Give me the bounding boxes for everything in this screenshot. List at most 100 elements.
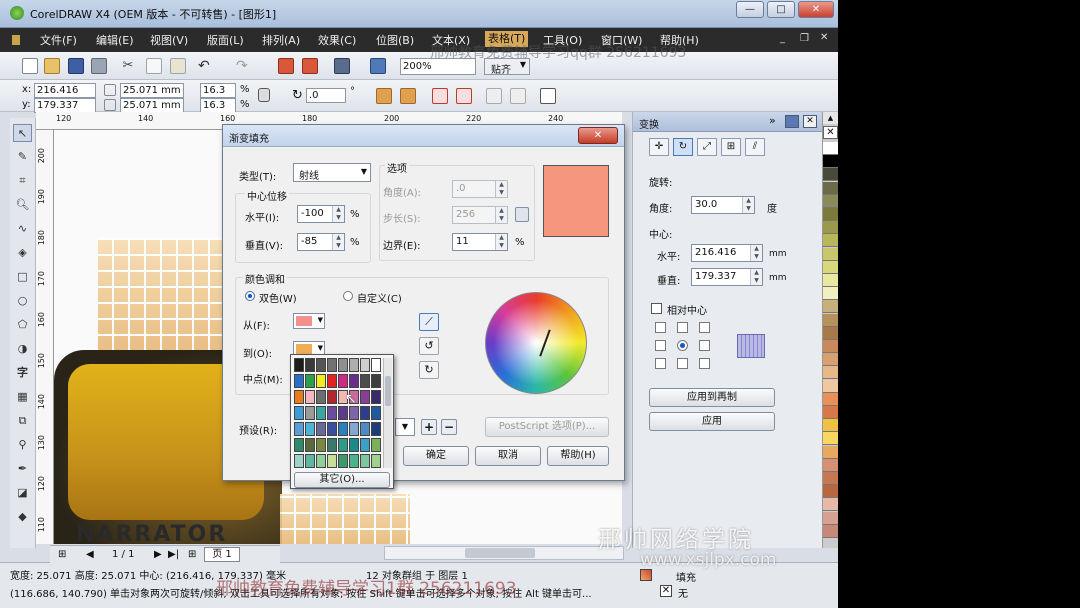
application-launcher-icon[interactable] — [334, 58, 350, 74]
postscript-options-button[interactable]: PostScript 选项(P)... — [485, 417, 609, 437]
apply-to-duplicate-button[interactable]: 应用到再制 — [649, 388, 775, 407]
color-wheel[interactable] — [485, 292, 587, 394]
color-swatch[interactable] — [371, 454, 381, 468]
color-swatch[interactable] — [294, 374, 304, 388]
doc-minimize-icon[interactable]: _ — [780, 33, 785, 44]
basic-shapes-icon[interactable]: ◑ — [13, 340, 32, 358]
group-icon[interactable] — [432, 88, 448, 104]
color-swatch[interactable] — [360, 438, 370, 452]
color-swatch[interactable] — [294, 390, 304, 404]
two-color-radio[interactable] — [245, 291, 255, 301]
palette-swatch[interactable] — [823, 498, 838, 512]
relative-center-checkbox[interactable] — [651, 303, 662, 314]
color-swatch[interactable] — [327, 438, 337, 452]
color-swatch[interactable] — [294, 358, 304, 372]
scale-y-field[interactable]: 16.3 — [200, 98, 236, 113]
x-position-field[interactable]: 216.416 mm — [34, 83, 96, 109]
color-swatch[interactable] — [338, 438, 348, 452]
palette-swatch[interactable] — [823, 524, 838, 538]
palette-swatch[interactable] — [823, 287, 838, 301]
palette-swatch[interactable] — [823, 168, 838, 182]
menu-item[interactable]: 文件(F) — [40, 32, 77, 48]
color-swatch[interactable] — [316, 406, 326, 420]
export-icon[interactable] — [302, 58, 318, 74]
skew-mode-icon[interactable]: ⫽ — [745, 138, 765, 156]
palette-swatch[interactable] — [823, 326, 838, 340]
palette-swatch[interactable] — [823, 194, 838, 208]
anchor-checkbox[interactable] — [699, 358, 710, 369]
doc-close-icon[interactable]: ✕ — [820, 32, 828, 43]
palette-swatch[interactable] — [823, 419, 838, 433]
color-swatch[interactable] — [349, 358, 359, 372]
color-swatch[interactable] — [349, 374, 359, 388]
dialog-close-icon[interactable]: ✕ — [578, 127, 618, 144]
color-swatch[interactable] — [305, 390, 315, 404]
edge-pad-field[interactable]: 11 ▲ ▼ — [452, 233, 508, 251]
smart-fill-icon[interactable]: ◈ — [13, 244, 32, 262]
eyedropper-icon[interactable]: ⚲ — [13, 436, 32, 454]
anchor-checkbox[interactable] — [677, 322, 688, 333]
add-preset-icon[interactable]: + — [421, 419, 437, 435]
ellipse-tool-icon[interactable]: ○ — [13, 292, 32, 310]
palette-swatch[interactable] — [823, 247, 838, 261]
color-swatch[interactable] — [338, 454, 348, 468]
ok-button[interactable]: 确定 — [403, 446, 469, 466]
anchor-checkbox[interactable] — [655, 322, 666, 333]
palette-swatch[interactable] — [823, 142, 838, 155]
popup-scrollbar[interactable] — [383, 358, 392, 468]
menu-item[interactable]: 视图(V) — [150, 32, 188, 48]
no-color-swatch[interactable]: ✕ — [823, 126, 838, 139]
apply-button[interactable]: 应用 — [649, 412, 775, 431]
palette-swatch[interactable] — [823, 274, 838, 287]
y-position-field[interactable]: 179.337 mm — [34, 98, 96, 124]
palette-swatch[interactable] — [823, 155, 838, 169]
menu-item[interactable]: 位图(B) — [376, 32, 414, 48]
table-tool-icon[interactable]: ▦ — [13, 388, 32, 406]
size-mode-icon[interactable]: ⊞ — [721, 138, 741, 156]
spin-arrows-icon[interactable]: ▲ ▼ — [332, 206, 344, 222]
menu-item[interactable]: 版面(L) — [207, 32, 244, 48]
color-swatch[interactable] — [305, 358, 315, 372]
color-swatch[interactable] — [327, 374, 337, 388]
combine-icon[interactable] — [486, 88, 502, 104]
color-swatch[interactable] — [338, 358, 348, 372]
from-color-picker[interactable]: ▼ — [293, 313, 325, 329]
minimize-icon[interactable]: — — [736, 1, 764, 18]
scroll-thumb[interactable] — [385, 376, 391, 406]
spin-arrows-icon[interactable]: ▲ ▼ — [495, 207, 507, 223]
color-swatch[interactable] — [305, 406, 315, 420]
height-field[interactable]: 25.071 mm — [120, 98, 184, 113]
spin-arrows-icon[interactable]: ▲ ▼ — [495, 234, 507, 250]
remove-preset-icon[interactable]: − — [441, 419, 457, 435]
palette-swatch[interactable] — [823, 353, 838, 367]
copy-icon[interactable] — [146, 58, 162, 74]
other-colors-button[interactable]: 其它(O)... — [294, 472, 390, 488]
spin-arrows-icon[interactable]: ▲ ▼ — [742, 197, 754, 213]
close-icon[interactable]: ✕ — [798, 1, 834, 18]
mirror-vertical-icon[interactable] — [400, 88, 416, 104]
palette-swatch[interactable] — [823, 340, 838, 353]
rotation-angle-field[interactable]: 30.0 ▲ ▼ — [691, 196, 755, 214]
color-swatch[interactable] — [316, 422, 326, 436]
cut-icon[interactable]: ✂ — [120, 58, 136, 74]
color-swatch[interactable] — [327, 422, 337, 436]
open-icon[interactable] — [44, 58, 60, 74]
steps-field[interactable]: 256 ▲ ▼ — [452, 206, 508, 224]
interactive-blend-icon[interactable]: ⧉ — [13, 412, 32, 430]
vertical-offset-field[interactable]: -85 ▲ ▼ — [297, 233, 345, 251]
shape-tool-icon[interactable]: ✎ — [13, 148, 32, 166]
color-swatch[interactable] — [371, 358, 381, 372]
import-icon[interactable] — [278, 58, 294, 74]
color-swatch[interactable] — [349, 454, 359, 468]
menu-item[interactable]: 编辑(E) — [96, 32, 134, 48]
welcome-screen-icon[interactable] — [370, 58, 386, 74]
palette-swatch[interactable] — [823, 260, 838, 274]
rotate-mode-icon[interactable]: ↻ — [673, 138, 693, 156]
palette-scroll-up-icon[interactable]: ▲ — [823, 112, 838, 124]
mirror-horizontal-icon[interactable] — [376, 88, 392, 104]
color-swatch[interactable] — [327, 406, 337, 420]
rotation-angle-field[interactable]: .0 — [306, 88, 346, 103]
color-swatch[interactable] — [305, 422, 315, 436]
redo-icon[interactable]: ↷ — [236, 58, 252, 74]
color-swatch[interactable] — [294, 406, 304, 420]
